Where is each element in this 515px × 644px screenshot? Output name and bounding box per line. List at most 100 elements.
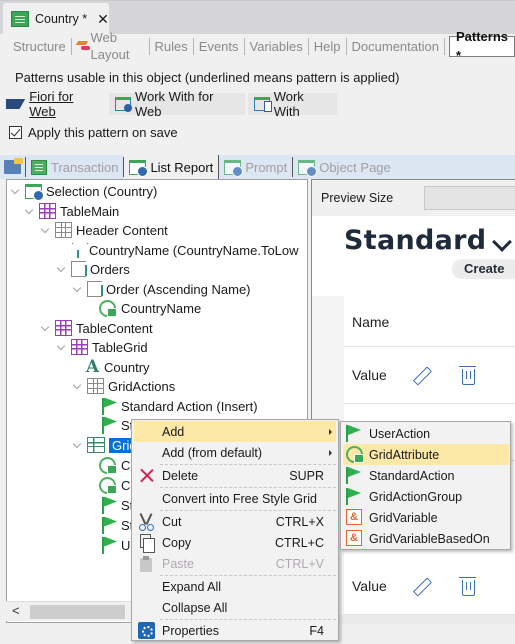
document-tab-title: Country *	[35, 12, 88, 26]
preview-size-select[interactable]	[424, 186, 515, 210]
tree-node-grid-action[interactable]: St	[102, 495, 133, 515]
properties-icon	[4, 158, 23, 174]
tree-node-country[interactable]: A Country	[85, 357, 150, 377]
apply-on-save-checkbox[interactable]	[9, 126, 22, 139]
close-icon[interactable]: ✕	[97, 11, 109, 28]
chevron-down-icon[interactable]	[73, 441, 81, 449]
menu-item-add-from-default[interactable]: Add (from default)	[134, 442, 336, 463]
order-icon	[87, 281, 103, 297]
submenu-item-gridvariablebasedon[interactable]: & GridVariableBasedOn	[343, 528, 509, 549]
menu-item-paste[interactable]: Paste CTRL+V	[134, 553, 336, 574]
chevron-down-icon[interactable]	[25, 207, 33, 215]
pattern-tabs: Fiori for Web Work With for Web Work Wit…	[0, 89, 340, 119]
tab-label: Help	[313, 38, 341, 54]
attribute-icon	[346, 446, 364, 463]
submenu-item-gridattribute[interactable]: GridAttribute	[343, 444, 509, 465]
pattern-tab-fiori-for-web[interactable]: Fiori for Web	[0, 89, 110, 119]
paste-icon	[138, 555, 155, 572]
submenu-item-label: StandardAction	[369, 468, 455, 483]
menu-item-shortcut: SUPR	[289, 468, 324, 483]
scroll-left-icon[interactable]: <	[12, 603, 20, 618]
menu-item-expand-all[interactable]: Expand All	[134, 576, 336, 597]
chevron-down-icon[interactable]	[73, 285, 81, 293]
pencil-icon[interactable]	[413, 367, 429, 383]
tab-web-layout[interactable]: Web Layout	[72, 30, 150, 62]
pattern-tab-work-with-for-web[interactable]: Work With for Web	[109, 89, 249, 119]
tree-node-standard-action[interactable]: St	[102, 415, 133, 435]
instance-tab-list-report[interactable]: List Report	[124, 155, 220, 179]
submenu-item-gridvariable[interactable]: & GridVariable	[343, 507, 509, 528]
tab-documentation[interactable]: Documentation	[347, 37, 445, 55]
menu-item-label: Expand All	[162, 579, 222, 594]
chevron-down-icon[interactable]	[41, 324, 49, 332]
chevron-down-icon[interactable]	[41, 226, 49, 234]
instance-properties-button[interactable]	[0, 157, 26, 177]
menu-item-cut[interactable]: Cut CTRL+X	[134, 511, 336, 532]
table-icon	[55, 320, 72, 336]
create-label: Create	[464, 261, 505, 276]
tab-label: Rules	[154, 38, 188, 54]
tree-node-grid-action[interactable]: St	[102, 515, 133, 535]
tree-node-selection[interactable]: Selection (Country)	[11, 181, 157, 201]
tree-node-tablemain[interactable]: TableMain	[25, 201, 119, 221]
menu-item-label: Add	[162, 424, 185, 439]
submenu-item-gridactiongroup[interactable]: GridActionGroup	[343, 486, 509, 507]
tab-help[interactable]: Help	[309, 37, 347, 55]
menu-item-add[interactable]: Add	[134, 421, 336, 442]
grid-icon	[87, 437, 105, 453]
tab-structure[interactable]: Structure	[8, 37, 72, 55]
tab-events[interactable]: Events	[194, 37, 245, 55]
chevron-down-icon[interactable]	[57, 343, 65, 351]
tree-node-grid[interactable]: Grid	[73, 435, 140, 455]
flag-icon	[346, 488, 361, 505]
scrollbar-thumb[interactable]	[30, 605, 125, 619]
instance-tab-prompt[interactable]: Prompt	[219, 157, 294, 177]
menu-item-label: Convert into Free Style Grid	[162, 491, 317, 506]
tree-node-filter[interactable]: CountryName (CountryName.ToLow	[71, 240, 299, 260]
trash-icon[interactable]	[458, 576, 476, 596]
apply-on-save-label: Apply this pattern on save	[28, 125, 178, 140]
flag-icon	[102, 536, 117, 554]
filter-icon	[71, 243, 85, 258]
create-button[interactable]: Create	[452, 259, 515, 279]
submenu-item-standardaction[interactable]: StandardAction	[343, 465, 509, 486]
tree-node-label: Country	[104, 359, 150, 375]
table-icon	[39, 203, 56, 219]
menu-item-convert[interactable]: Convert into Free Style Grid	[134, 488, 336, 509]
tab-patterns[interactable]: Patterns *	[448, 29, 515, 63]
tree-node-tablegrid[interactable]: TableGrid	[57, 337, 148, 357]
instance-tab-object-page[interactable]: Object Page	[293, 157, 396, 177]
chevron-down-icon[interactable]	[73, 382, 81, 390]
tab-rules[interactable]: Rules	[150, 37, 194, 55]
add-submenu: UserAction GridAttribute StandardAction …	[340, 421, 511, 550]
chevron-down-icon[interactable]	[11, 187, 19, 195]
tree-node-order[interactable]: Order (Ascending Name)	[73, 279, 251, 299]
pencil-icon[interactable]	[413, 578, 429, 594]
tree-node-orders[interactable]: Orders	[57, 259, 130, 279]
cut-icon	[138, 513, 155, 531]
web-panel-icon	[25, 183, 44, 201]
web-panel-icon	[129, 159, 149, 177]
pattern-tab-work-with[interactable]: Work With	[248, 89, 340, 119]
tree-node-gridactions[interactable]: GridActions	[73, 376, 175, 396]
chevron-down-icon[interactable]	[57, 265, 65, 273]
trash-icon[interactable]	[458, 365, 476, 385]
flag-icon	[346, 425, 361, 442]
menu-item-delete[interactable]: Delete SUPR	[134, 465, 336, 486]
web-panel-icon	[224, 159, 244, 177]
submenu-item-useraction[interactable]: UserAction	[343, 423, 509, 444]
flag-icon	[102, 496, 117, 514]
tree-node-standard-action-insert[interactable]: Standard Action (Insert)	[102, 396, 258, 416]
menu-item-properties[interactable]: Properties F4	[134, 620, 336, 641]
instance-tab-transaction[interactable]: Transaction	[26, 157, 125, 177]
instance-tab-label: Prompt	[245, 159, 288, 175]
tree-node-header-content[interactable]: Header Content	[41, 220, 168, 240]
submenu-arrow-icon	[329, 428, 332, 435]
preview-panel: Preview Size Standard Create Name Value …	[311, 179, 515, 624]
menu-item-collapse-all[interactable]: Collapse All	[134, 597, 336, 618]
menu-item-label: Collapse All	[162, 600, 228, 615]
menu-item-copy[interactable]: Copy CTRL+C	[134, 532, 336, 553]
tree-node-countryname[interactable]: CountryName	[99, 298, 201, 318]
tree-node-tablecontent[interactable]: TableContent	[41, 318, 153, 338]
tab-variables[interactable]: Variables	[245, 37, 309, 55]
